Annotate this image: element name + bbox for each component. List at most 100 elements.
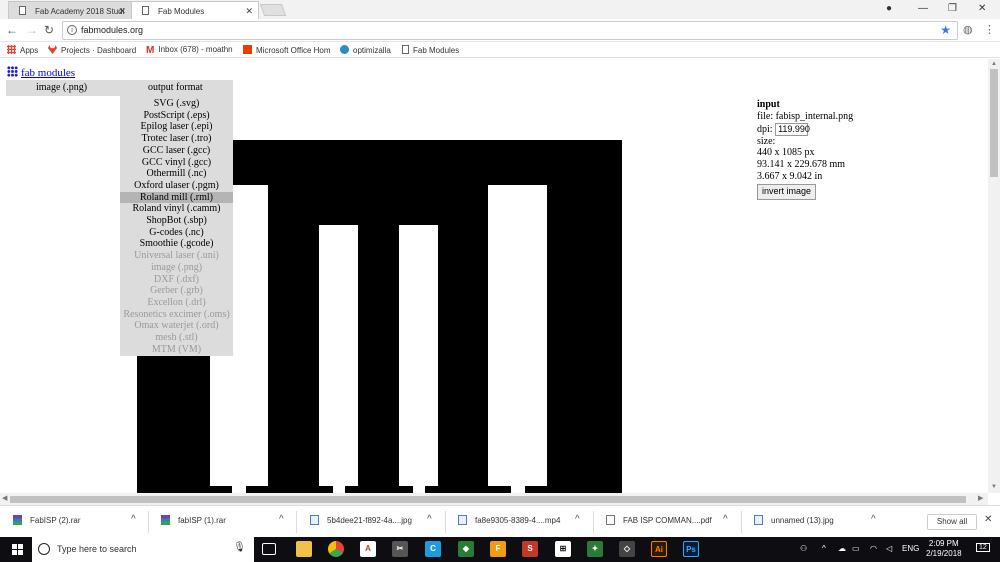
format-roland-vinyl[interactable]: Roland vinyl (.camm) xyxy=(120,203,233,215)
people-icon[interactable]: ⚇ xyxy=(800,544,807,553)
download-item[interactable]: FAB ISP COMMAN....pdf ^ xyxy=(606,514,736,531)
task-view-icon[interactable] xyxy=(262,543,276,555)
bookmark-office[interactable]: Microsoft Office Hom xyxy=(243,45,331,55)
notification-count[interactable]: 12 xyxy=(976,543,990,552)
file-explorer-icon[interactable] xyxy=(296,541,312,557)
download-item[interactable]: fa8e9305-8389-4....mp4 ^ xyxy=(458,514,588,531)
download-item[interactable]: unnamed (13).jpg ^ xyxy=(754,514,884,531)
microphone-icon[interactable]: 🎙 xyxy=(233,542,246,553)
minimize-icon[interactable]: — xyxy=(918,3,928,14)
photoshop-icon[interactable]: Ps xyxy=(683,541,699,557)
app-icon[interactable]: ◆ xyxy=(458,541,474,557)
format-roland-mill[interactable]: Roland mill (.rml) xyxy=(120,191,233,204)
tab-title: Fab Modules xyxy=(158,7,205,16)
extension-icon[interactable]: ◍ xyxy=(963,23,973,36)
app-icon[interactable]: C xyxy=(425,541,441,557)
app-icon[interactable]: F xyxy=(490,541,506,557)
profile-icon[interactable]: ● xyxy=(886,3,892,14)
chevron-up-icon[interactable]: ^ xyxy=(279,514,284,525)
bookmark-inbox[interactable]: M Inbox (678) - moathn xyxy=(146,45,233,56)
app-icon[interactable]: ◇ xyxy=(619,541,635,557)
forward-arrow-icon[interactable]: → xyxy=(26,23,38,37)
windows-start-icon[interactable] xyxy=(12,544,23,555)
menu-kebab-icon[interactable]: ⋮ xyxy=(984,23,995,36)
illustrator-icon[interactable]: Ai xyxy=(651,541,667,557)
input-format-menu[interactable]: image (.png) xyxy=(36,82,87,93)
format-gcc-laser[interactable]: GCC laser (.gcc) xyxy=(120,145,233,157)
address-bar[interactable]: i fabmodules.org ★ xyxy=(62,21,958,40)
close-window-icon[interactable]: ✕ xyxy=(978,3,986,14)
restore-icon[interactable]: ❐ xyxy=(948,3,957,14)
back-arrow-icon[interactable]: ← xyxy=(6,23,18,37)
app-icon[interactable]: ⊞ xyxy=(555,541,571,557)
page-content: fab modules image (.png) output format S… xyxy=(0,59,988,493)
format-epilog-laser[interactable]: Epilog laser (.epi) xyxy=(120,121,233,133)
horizontal-scrollbar[interactable]: ◀ ▶ xyxy=(0,493,988,505)
format-shopbot[interactable]: ShopBot (.sbp) xyxy=(120,215,233,227)
vertical-scrollbar[interactable]: ▲ ▼ xyxy=(988,59,1000,493)
video-file-icon xyxy=(458,515,467,525)
chevron-up-icon[interactable]: ^ xyxy=(723,514,728,525)
tab-fab-modules[interactable]: Fab Modules ✕ xyxy=(131,1,259,19)
bookmark-apps[interactable]: Apps xyxy=(7,45,38,55)
close-tab-icon[interactable]: ✕ xyxy=(118,6,126,17)
new-tab-button[interactable] xyxy=(259,4,287,16)
download-item[interactable]: FabISP (2).rar ^ xyxy=(13,514,143,531)
download-item[interactable]: fabISP (1).rar ^ xyxy=(161,514,291,531)
format-mesh: mesh (.stl) xyxy=(155,332,198,343)
output-format-menu[interactable]: output format xyxy=(148,82,203,93)
close-tab-icon[interactable]: ✕ xyxy=(245,6,253,17)
dpi-input[interactable]: 119.990 xyxy=(775,122,810,136)
size-px: 440 x 1085 px xyxy=(757,147,815,159)
clock[interactable]: 2:09 PM 2/19/2018 xyxy=(926,539,962,559)
chrome-icon[interactable] xyxy=(328,541,344,557)
app-icon[interactable]: ✂ xyxy=(392,541,408,557)
bookmark-optimizalla[interactable]: optimizalla xyxy=(340,45,391,55)
bookmark-fab-modules[interactable]: Fab Modules xyxy=(402,45,459,55)
chevron-up-icon[interactable]: ^ xyxy=(822,544,826,553)
close-shelf-icon[interactable]: ✕ xyxy=(984,514,992,525)
download-item[interactable]: 5b4dee21-f892-4a....jpg ^ xyxy=(310,514,440,531)
download-shelf: FabISP (2).rar ^ fabISP (1).rar ^ 5b4dee… xyxy=(0,505,1000,537)
scroll-up-icon[interactable]: ▲ xyxy=(991,61,997,67)
acrobat-icon[interactable]: A xyxy=(360,541,376,557)
size-mm: 93.141 x 229.678 mm xyxy=(757,159,846,171)
chevron-up-icon[interactable]: ^ xyxy=(427,514,432,525)
cloud-icon[interactable]: ☁ xyxy=(838,544,846,553)
chevron-up-icon[interactable]: ^ xyxy=(131,514,136,525)
format-svg[interactable]: SVG (.svg) xyxy=(120,98,233,110)
show-all-button[interactable]: Show all xyxy=(927,514,977,530)
divider xyxy=(445,511,446,533)
bookmark-star-icon[interactable]: ★ xyxy=(940,23,951,37)
format-g-codes[interactable]: G-codes (.nc) xyxy=(120,227,233,239)
format-postscript[interactable]: PostScript (.eps) xyxy=(120,110,233,122)
apps-grid-icon xyxy=(7,45,16,54)
bookmark-projects[interactable]: Projects · Dashboard xyxy=(48,45,136,55)
reload-icon[interactable]: ↻ xyxy=(44,23,54,37)
scroll-right-icon[interactable]: ▶ xyxy=(978,494,983,502)
invert-image-button[interactable]: invert image xyxy=(757,183,817,200)
format-smoothie[interactable]: Smoothie (.gcode) xyxy=(120,238,233,250)
vertical-scroll-thumb[interactable] xyxy=(990,69,998,177)
language-indicator[interactable]: ENG xyxy=(902,544,919,553)
logo-link[interactable]: fab modules xyxy=(21,67,75,79)
info-icon[interactable]: i xyxy=(67,25,77,35)
app-icon[interactable]: ✦ xyxy=(587,541,603,557)
format-trotec-laser[interactable]: Trotec laser (.tro) xyxy=(120,133,233,145)
horizontal-scroll-thumb[interactable] xyxy=(10,496,966,503)
scroll-left-icon[interactable]: ◀ xyxy=(2,494,7,502)
image-file-icon xyxy=(310,515,319,525)
taskbar-search[interactable]: Type here to search 🎙 xyxy=(32,537,254,562)
scroll-down-icon[interactable]: ▼ xyxy=(991,484,997,490)
format-oxford-ulaser[interactable]: Oxford ulaser (.pgm) xyxy=(120,180,233,192)
format-gcc-vinyl[interactable]: GCC vinyl (.gcc) xyxy=(120,157,233,169)
battery-icon[interactable]: ▭ xyxy=(852,544,860,553)
chevron-up-icon[interactable]: ^ xyxy=(575,514,580,525)
volume-icon[interactable]: ◁ xyxy=(886,544,892,553)
chevron-up-icon[interactable]: ^ xyxy=(871,514,876,525)
solidworks-icon[interactable]: S xyxy=(522,541,538,557)
tab-fab-academy[interactable]: Fab Academy 2018 Studi ✕ xyxy=(8,1,132,19)
format-omax-waterjet: Omax waterjet (.ord) xyxy=(134,320,219,332)
wifi-icon[interactable]: ◠ xyxy=(870,544,877,553)
format-othermill[interactable]: Othermill (.nc) xyxy=(120,168,233,180)
